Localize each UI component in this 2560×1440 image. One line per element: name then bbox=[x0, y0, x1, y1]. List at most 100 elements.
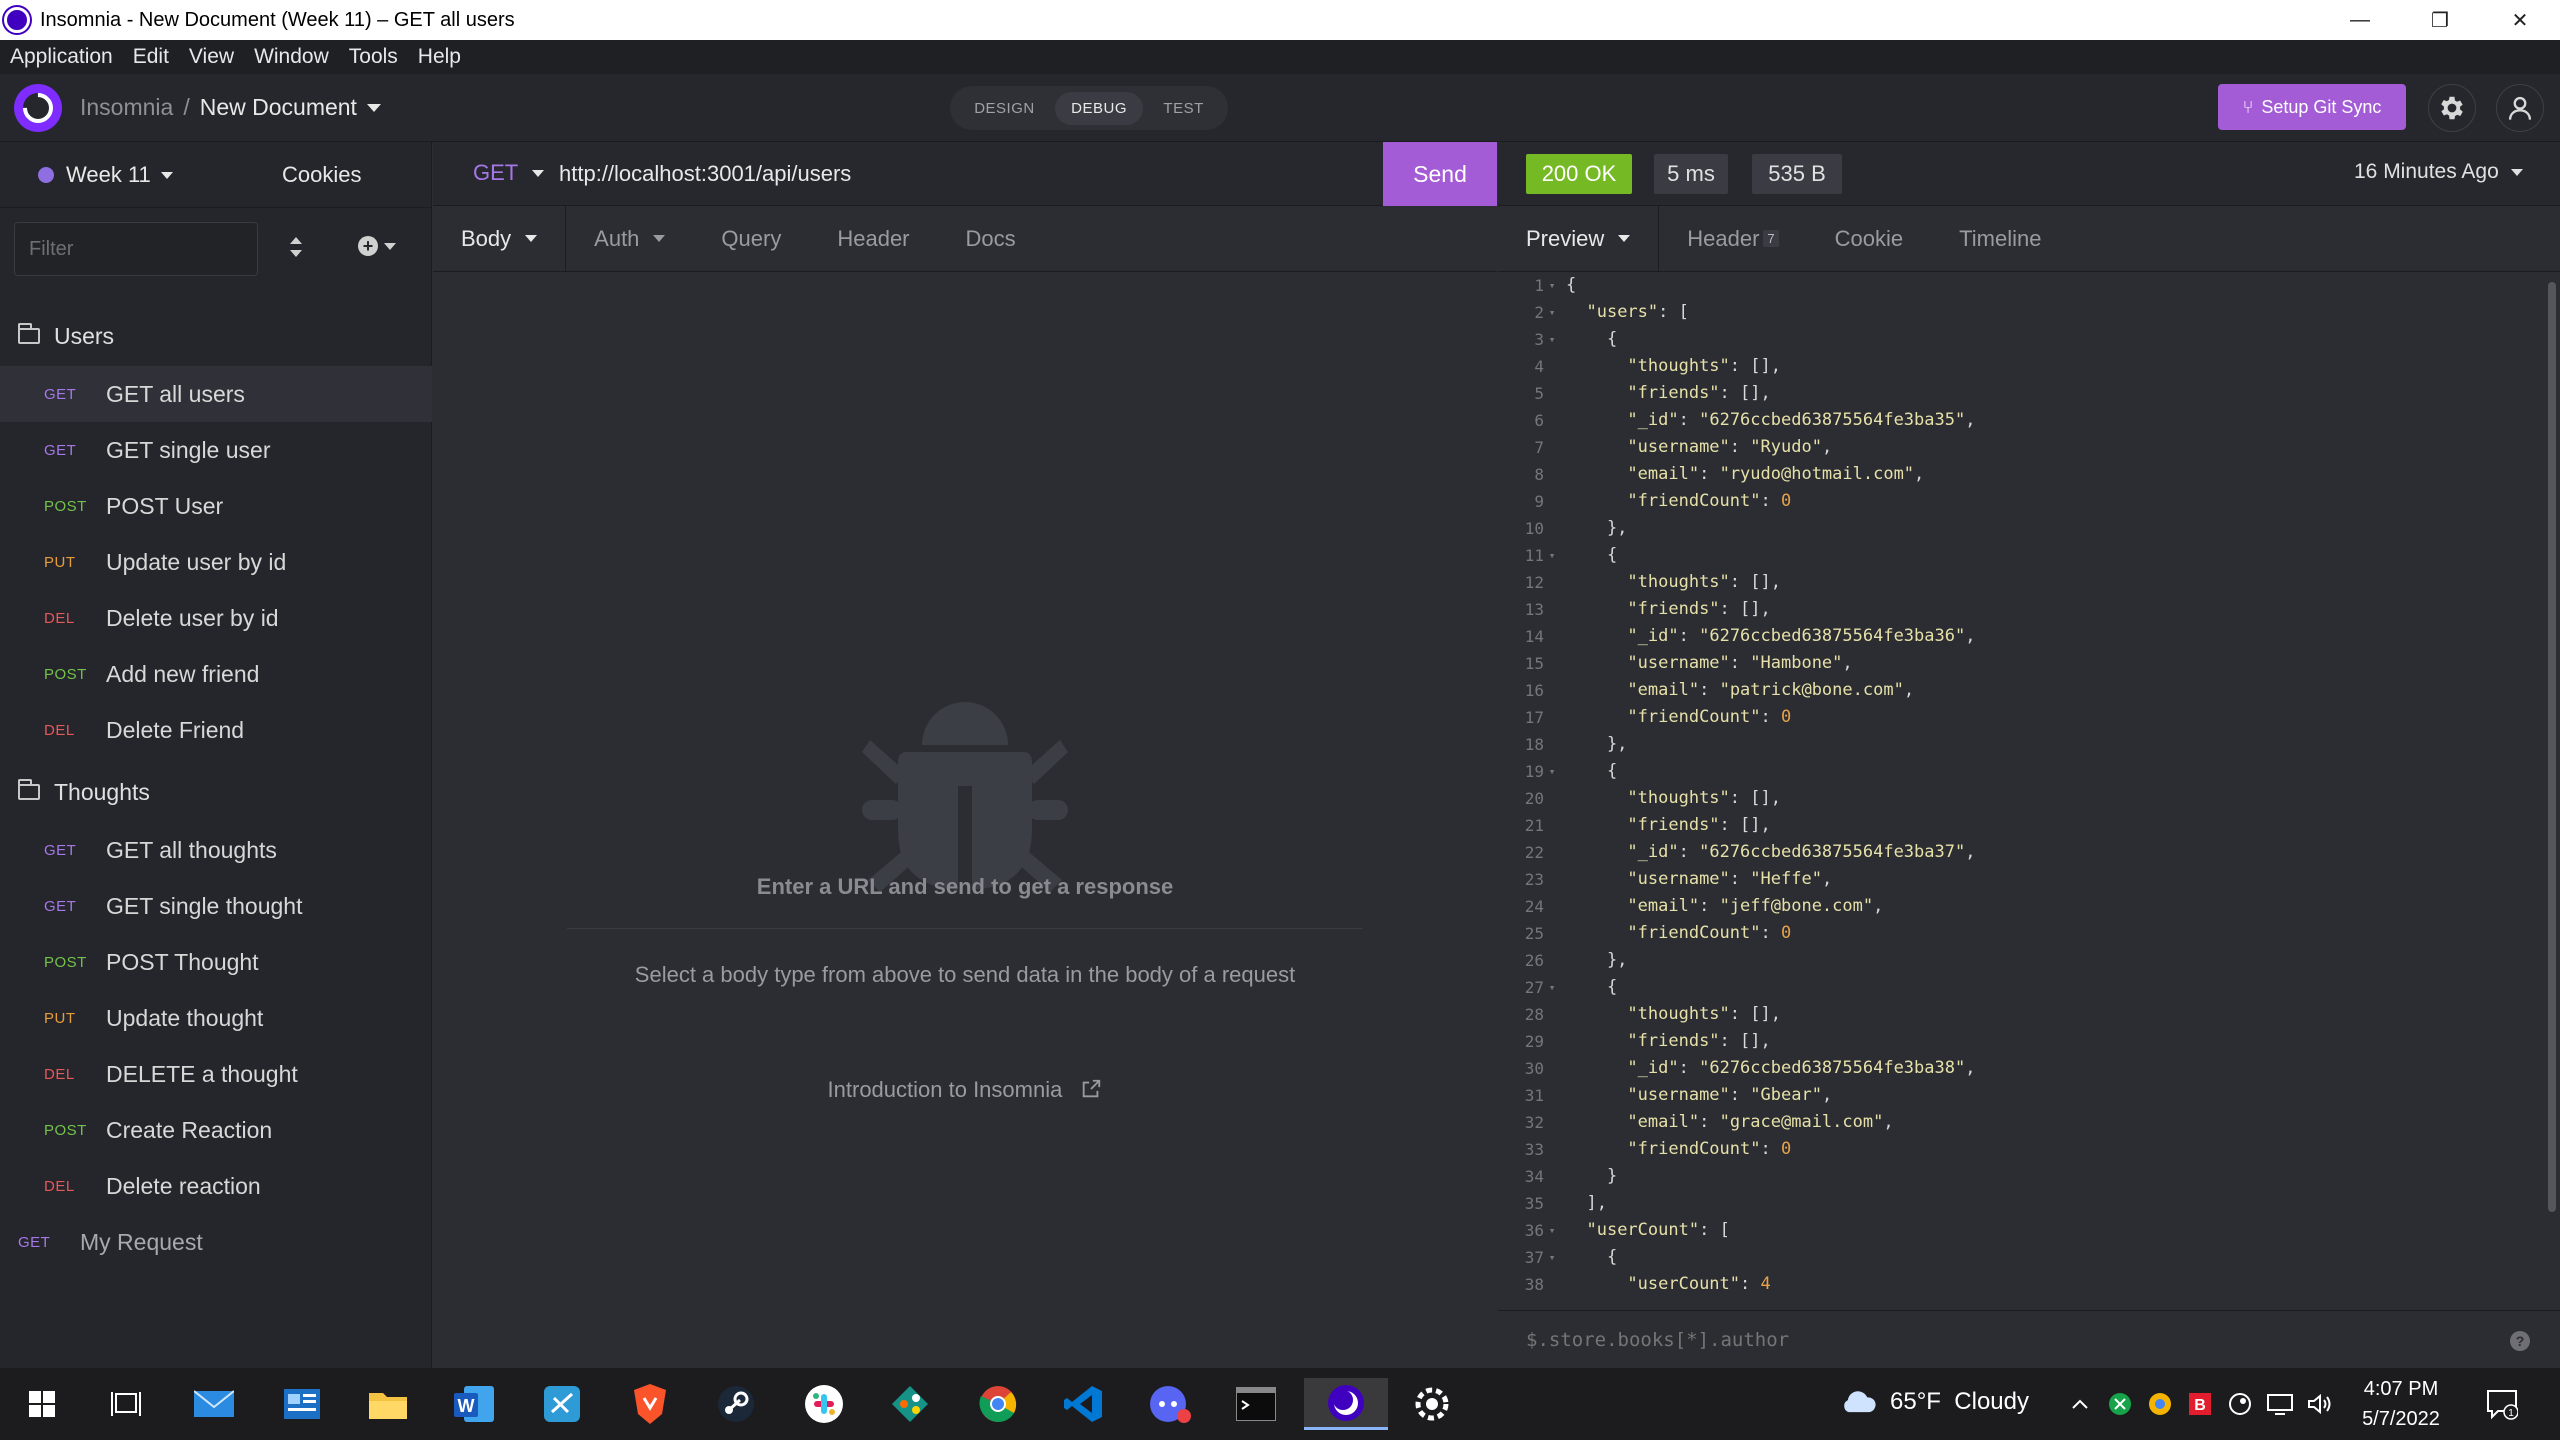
environment-select[interactable]: Week 11 bbox=[38, 162, 173, 188]
url-input[interactable] bbox=[559, 154, 1259, 194]
document-name[interactable]: New Document bbox=[200, 94, 357, 121]
tab-cookie[interactable]: Cookie bbox=[1807, 206, 1931, 272]
cookies-button[interactable]: Cookies bbox=[282, 162, 361, 188]
fold-toggle[interactable]: ▾ bbox=[1544, 326, 1560, 353]
tab-header[interactable]: Header bbox=[809, 206, 937, 272]
request-item-get-single-thought[interactable]: GET GET single thought bbox=[0, 878, 432, 934]
word-icon[interactable]: W bbox=[444, 1378, 504, 1430]
request-item-post-user[interactable]: POST POST User bbox=[0, 478, 432, 534]
request-item-my-request[interactable]: GET My Request bbox=[0, 1214, 432, 1270]
method-select[interactable]: GET bbox=[473, 160, 545, 186]
request-name: GET single thought bbox=[106, 892, 303, 919]
taskbar: W 65°F Cloudy B 4:07 PM 5/7/2022 1 bbox=[0, 1368, 2560, 1440]
tab-preview[interactable]: Preview bbox=[1498, 205, 1660, 272]
weather-widget[interactable]: 65°F Cloudy bbox=[1838, 1388, 2029, 1416]
sidebar-filter-input[interactable] bbox=[14, 222, 258, 276]
fold-toggle[interactable]: ▾ bbox=[1544, 1244, 1560, 1271]
request-item-create-reaction[interactable]: POST Create Reaction bbox=[0, 1102, 432, 1158]
code-text: { bbox=[1566, 761, 1618, 781]
fold-toggle bbox=[1544, 650, 1560, 677]
close-button[interactable]: ✕ bbox=[2480, 0, 2560, 40]
steam-tray-icon[interactable] bbox=[2226, 1390, 2254, 1418]
menu-view[interactable]: View bbox=[189, 45, 234, 69]
mail-icon[interactable] bbox=[184, 1378, 244, 1430]
intro-link[interactable]: Introduction to Insomnia bbox=[433, 1077, 1497, 1103]
chevron-down-icon[interactable] bbox=[366, 103, 381, 112]
tab-response-header[interactable]: Header 7 bbox=[1659, 206, 1806, 272]
send-button[interactable]: Send bbox=[1383, 142, 1497, 206]
chrome-icon[interactable] bbox=[968, 1378, 1028, 1430]
request-item-add-friend[interactable]: POST Add new friend bbox=[0, 646, 432, 702]
slack-icon[interactable] bbox=[794, 1378, 854, 1430]
request-item-delete-reaction[interactable]: DEL Delete reaction bbox=[0, 1158, 432, 1214]
fold-toggle[interactable]: ▾ bbox=[1544, 974, 1560, 1001]
gitkraken-icon[interactable] bbox=[880, 1378, 940, 1430]
request-item-delete-user[interactable]: DEL Delete user by id bbox=[0, 590, 432, 646]
b-app-icon[interactable]: B bbox=[2186, 1390, 2214, 1418]
tab-body[interactable]: Body bbox=[433, 205, 567, 272]
setup-git-sync-button[interactable]: ⑂ Setup Git Sync bbox=[2218, 84, 2406, 130]
settings-button[interactable] bbox=[2428, 84, 2476, 132]
request-item-update-user[interactable]: PUT Update user by id bbox=[0, 534, 432, 590]
fold-toggle[interactable]: ▾ bbox=[1544, 272, 1560, 299]
edge-icon[interactable] bbox=[532, 1378, 592, 1430]
response-history-dropdown[interactable]: 16 Minutes Ago bbox=[2354, 160, 2523, 184]
insomnia-taskbar-icon[interactable] bbox=[1304, 1378, 1388, 1430]
vscode-icon[interactable] bbox=[1054, 1378, 1114, 1430]
request-item-get-all-thoughts[interactable]: GET GET all thoughts bbox=[0, 822, 432, 878]
menu-edit[interactable]: Edit bbox=[133, 45, 169, 69]
response-filter-input[interactable] bbox=[1526, 1325, 2426, 1355]
network-icon[interactable] bbox=[2266, 1390, 2294, 1418]
system-clock[interactable]: 4:07 PM 5/7/2022 bbox=[2336, 1374, 2466, 1434]
insomnia-logo[interactable] bbox=[14, 84, 62, 132]
file-explorer-icon[interactable] bbox=[358, 1378, 418, 1430]
chrome-tray-icon[interactable] bbox=[2146, 1390, 2174, 1418]
request-item-update-thought[interactable]: PUT Update thought bbox=[0, 990, 432, 1046]
fold-toggle[interactable]: ▾ bbox=[1544, 758, 1560, 785]
breadcrumb-root[interactable]: Insomnia bbox=[80, 94, 173, 121]
tab-query[interactable]: Query bbox=[693, 206, 809, 272]
account-button[interactable] bbox=[2496, 84, 2544, 132]
notification-center-icon[interactable]: 1 bbox=[2486, 1388, 2519, 1420]
xbox-icon[interactable] bbox=[2106, 1390, 2134, 1418]
add-request-button[interactable]: + bbox=[358, 236, 396, 256]
volume-icon[interactable] bbox=[2306, 1390, 2334, 1418]
tab-docs[interactable]: Docs bbox=[938, 206, 1044, 272]
fold-toggle[interactable]: ▾ bbox=[1544, 542, 1560, 569]
tab-timeline[interactable]: Timeline bbox=[1931, 206, 2069, 272]
menu-tools[interactable]: Tools bbox=[349, 45, 398, 69]
minimize-button[interactable]: — bbox=[2320, 0, 2400, 40]
request-item-post-thought[interactable]: POST POST Thought bbox=[0, 934, 432, 990]
restore-button[interactable]: ❐ bbox=[2400, 0, 2480, 40]
brave-icon[interactable] bbox=[620, 1378, 680, 1430]
terminal-icon[interactable] bbox=[1226, 1378, 1286, 1430]
intro-link-label: Introduction to Insomnia bbox=[827, 1077, 1063, 1102]
fold-toggle[interactable]: ▾ bbox=[1544, 1217, 1560, 1244]
fold-toggle[interactable]: ▾ bbox=[1544, 299, 1560, 326]
menu-application[interactable]: Application bbox=[10, 45, 113, 69]
help-icon[interactable]: ? bbox=[2510, 1331, 2530, 1351]
discord-icon[interactable] bbox=[1140, 1378, 1200, 1430]
settings-taskbar-icon[interactable] bbox=[1402, 1378, 1462, 1430]
request-item-delete-friend[interactable]: DEL Delete Friend bbox=[0, 702, 432, 758]
response-body-viewer[interactable]: 1 ▾{2 ▾ "users": [3 ▾ {4 "thoughts": [], 5 "… bbox=[1498, 272, 2544, 1306]
start-icon[interactable] bbox=[12, 1378, 72, 1430]
news-icon[interactable] bbox=[272, 1378, 332, 1430]
line-number: 26 bbox=[1524, 951, 1544, 970]
scrollbar[interactable] bbox=[2548, 282, 2556, 1212]
tab-design[interactable]: DESIGN bbox=[958, 92, 1051, 125]
chevron-up-icon[interactable] bbox=[2066, 1390, 2094, 1418]
request-item-delete-thought[interactable]: DEL DELETE a thought bbox=[0, 1046, 432, 1102]
sort-button[interactable] bbox=[286, 232, 306, 262]
task-view-icon[interactable] bbox=[96, 1378, 156, 1430]
tab-test[interactable]: TEST bbox=[1147, 92, 1219, 125]
folder-users[interactable]: Users bbox=[0, 310, 432, 362]
tab-debug[interactable]: DEBUG bbox=[1055, 91, 1143, 125]
folder-thoughts[interactable]: Thoughts bbox=[0, 766, 432, 818]
steam-icon[interactable] bbox=[706, 1378, 766, 1430]
tab-auth[interactable]: Auth bbox=[566, 206, 693, 272]
menu-help[interactable]: Help bbox=[418, 45, 461, 69]
request-item-get-single-user[interactable]: GET GET single user bbox=[0, 422, 432, 478]
menu-window[interactable]: Window bbox=[254, 45, 329, 69]
request-item-get-all-users[interactable]: GET GET all users bbox=[0, 366, 432, 422]
